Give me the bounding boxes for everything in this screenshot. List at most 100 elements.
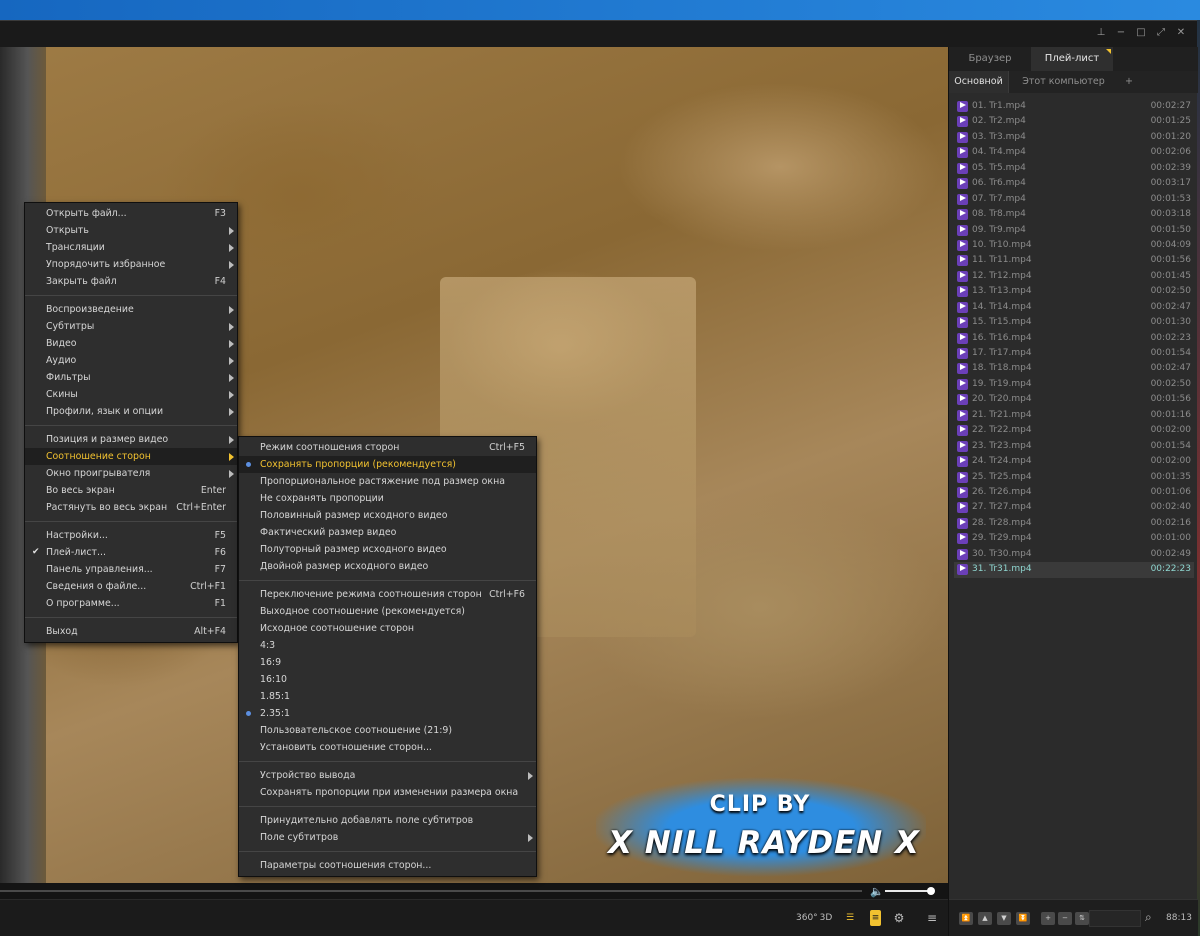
- move-bottom-icon[interactable]: ⏬: [1016, 912, 1030, 925]
- menu-item[interactable]: 4:3: [239, 637, 536, 654]
- menu-item[interactable]: Субтитры: [25, 318, 237, 335]
- menu-item[interactable]: 16:9: [239, 654, 536, 671]
- playlist-item[interactable]: 17. Tr17.mp4 00:01:54: [954, 346, 1194, 361]
- menu-item[interactable]: Переключение режима соотношения сторон Ct…: [239, 586, 536, 603]
- playlist-item[interactable]: 25. Tr25.mp4 00:01:35: [954, 470, 1194, 485]
- playlist-search-input[interactable]: [1089, 910, 1141, 927]
- title-bar[interactable]: ⊥ − □ ⤢ ✕: [0, 21, 1197, 47]
- menu-item[interactable]: Настройки... F5: [25, 527, 237, 544]
- playlist-item[interactable]: 11. Tr11.mp4 00:01:56: [954, 253, 1194, 268]
- menu-item[interactable]: Панель управления... F7: [25, 561, 237, 578]
- playlist-item[interactable]: 28. Tr28.mp4 00:02:16: [954, 516, 1194, 531]
- menu-item[interactable]: Видео: [25, 335, 237, 352]
- add-subtab-button[interactable]: +: [1119, 71, 1139, 93]
- playlist-item[interactable]: 16. Tr16.mp4 00:02:23: [954, 331, 1194, 346]
- seek-bar[interactable]: 🔈: [0, 883, 948, 899]
- tab-playlist[interactable]: Плей-лист: [1031, 47, 1113, 71]
- menu-item[interactable]: О программе... F1: [25, 595, 237, 612]
- fullscreen-icon[interactable]: ⤢: [1155, 26, 1167, 40]
- menu-item[interactable]: Устройство вывода: [239, 767, 536, 784]
- subtab-main[interactable]: Основной: [949, 71, 1009, 93]
- menu-item[interactable]: Упорядочить избранное: [25, 256, 237, 273]
- menu-item[interactable]: Открыть файл... F3: [25, 205, 237, 222]
- playlist-item[interactable]: 15. Tr15.mp4 00:01:30: [954, 315, 1194, 330]
- menu-item[interactable]: Во весь экран Enter: [25, 482, 237, 499]
- move-down-icon[interactable]: ▼: [997, 912, 1011, 925]
- equalizer-icon[interactable]: ☰: [843, 910, 857, 926]
- playlist-toggle-icon[interactable]: ≡: [870, 910, 881, 926]
- menu-item[interactable]: Поле субтитров: [239, 829, 536, 846]
- playlist-item[interactable]: 19. Tr19.mp4 00:02:50: [954, 377, 1194, 392]
- menu-item[interactable]: Сохранять пропорции при изменении размер…: [239, 784, 536, 801]
- menu-item[interactable]: Принудительно добавлять поле субтитров: [239, 812, 536, 829]
- volume-icon[interactable]: 🔈: [870, 885, 884, 898]
- vr-360-button[interactable]: 360°: [796, 910, 818, 926]
- gear-icon[interactable]: ⚙: [892, 910, 906, 926]
- menu-item[interactable]: Скины: [25, 386, 237, 403]
- playlist-item[interactable]: 23. Tr23.mp4 00:01:54: [954, 439, 1194, 454]
- menu-item[interactable]: 2.35:1: [239, 705, 536, 722]
- menu-item[interactable]: Полуторный размер исходного видео: [239, 541, 536, 558]
- playlist-item[interactable]: 02. Tr2.mp4 00:01:25: [954, 114, 1194, 129]
- menu-item[interactable]: Выход Alt+F4: [25, 623, 237, 640]
- playlist-item[interactable]: 26. Tr26.mp4 00:01:06: [954, 485, 1194, 500]
- menu-item[interactable]: Половинный размер исходного видео: [239, 507, 536, 524]
- tab-browser[interactable]: Браузер: [949, 47, 1031, 71]
- volume-knob[interactable]: [927, 887, 935, 895]
- menu-item[interactable]: Режим соотношения сторон Ctrl+F5: [239, 439, 536, 456]
- subtab-this-computer[interactable]: Этот компьютер: [1011, 71, 1116, 93]
- menu-item[interactable]: Двойной размер исходного видео: [239, 558, 536, 575]
- volume-slider[interactable]: [885, 890, 931, 892]
- menu-item[interactable]: Соотношение сторон: [25, 448, 237, 465]
- menu-item[interactable]: ✔ Плей-лист... F6: [25, 544, 237, 561]
- playlist-item[interactable]: 08. Tr8.mp4 00:03:18: [954, 207, 1194, 222]
- menu-item[interactable]: Позиция и размер видео: [25, 431, 237, 448]
- menu-item[interactable]: Установить соотношение сторон...: [239, 739, 536, 756]
- menu-item[interactable]: Фактический размер видео: [239, 524, 536, 541]
- menu-item[interactable]: 16:10: [239, 671, 536, 688]
- playlist-item[interactable]: 30. Tr30.mp4 00:02:49: [954, 547, 1194, 562]
- search-icon[interactable]: ⌕: [1145, 910, 1152, 925]
- menu-item[interactable]: Окно проигрывателя: [25, 465, 237, 482]
- playlist-item[interactable]: 03. Tr3.mp4 00:01:20: [954, 130, 1194, 145]
- playlist-item[interactable]: 01. Tr1.mp4 00:02:27: [954, 99, 1194, 114]
- seek-track[interactable]: [0, 890, 862, 892]
- playlist-item[interactable]: 31. Tr31.mp4 00:22:23: [954, 562, 1194, 578]
- menu-icon[interactable]: ≡: [925, 910, 939, 926]
- move-top-icon[interactable]: ⏫: [959, 912, 973, 925]
- stereo-3d-button[interactable]: 3D: [819, 910, 833, 926]
- playlist-item[interactable]: 04. Tr4.mp4 00:02:06: [954, 145, 1194, 160]
- menu-item[interactable]: Параметры соотношения сторон...: [239, 857, 536, 874]
- menu-item[interactable]: Фильтры: [25, 369, 237, 386]
- playlist-item[interactable]: 05. Tr5.mp4 00:02:39: [954, 161, 1194, 176]
- menu-item[interactable]: Сохранять пропорции (рекомендуется): [239, 456, 536, 473]
- menu-item[interactable]: Растянуть во весь экран Ctrl+Enter: [25, 499, 237, 516]
- menu-item[interactable]: Профили, язык и опции: [25, 403, 237, 420]
- menu-item[interactable]: Исходное соотношение сторон: [239, 620, 536, 637]
- menu-item[interactable]: Аудио: [25, 352, 237, 369]
- playlist-item[interactable]: 22. Tr22.mp4 00:02:00: [954, 423, 1194, 438]
- menu-item[interactable]: Выходное соотношение (рекомендуется): [239, 603, 536, 620]
- move-up-icon[interactable]: ▲: [978, 912, 992, 925]
- menu-item[interactable]: Трансляции: [25, 239, 237, 256]
- minimize-icon[interactable]: −: [1115, 26, 1127, 40]
- playlist-item[interactable]: 07. Tr7.mp4 00:01:53: [954, 192, 1194, 207]
- playlist-item[interactable]: 14. Tr14.mp4 00:02:47: [954, 300, 1194, 315]
- menu-item[interactable]: Пропорциональное растяжение под размер о…: [239, 473, 536, 490]
- playlist-item[interactable]: 21. Tr21.mp4 00:01:16: [954, 408, 1194, 423]
- playlist-item[interactable]: 10. Tr10.mp4 00:04:09: [954, 238, 1194, 253]
- sort-icon[interactable]: ⇅: [1075, 912, 1089, 925]
- menu-item[interactable]: Сведения о файле... Ctrl+F1: [25, 578, 237, 595]
- playlist-item[interactable]: 20. Tr20.mp4 00:01:56: [954, 392, 1194, 407]
- maximize-icon[interactable]: □: [1135, 26, 1147, 40]
- menu-item[interactable]: Открыть: [25, 222, 237, 239]
- playlist-item[interactable]: 06. Tr6.mp4 00:03:17: [954, 176, 1194, 191]
- pin-icon[interactable]: ⊥: [1095, 26, 1107, 40]
- playlist-item[interactable]: 09. Tr9.mp4 00:01:50: [954, 223, 1194, 238]
- menu-item[interactable]: Пользовательское соотношение (21:9): [239, 722, 536, 739]
- playlist-item[interactable]: 29. Tr29.mp4 00:01:00: [954, 531, 1194, 546]
- playlist-item[interactable]: 13. Tr13.mp4 00:02:50: [954, 284, 1194, 299]
- menu-item[interactable]: Воспроизведение: [25, 301, 237, 318]
- add-item-icon[interactable]: +: [1041, 912, 1055, 925]
- menu-item[interactable]: Закрыть файл F4: [25, 273, 237, 290]
